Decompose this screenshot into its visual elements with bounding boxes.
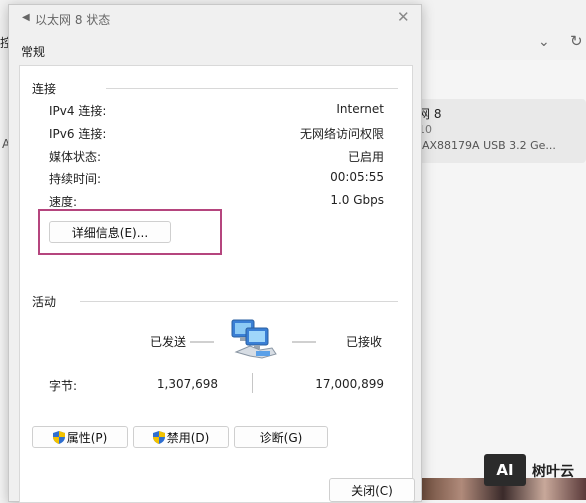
ethernet-status-dialog: ◀ 以太网 8 状态 ✕ 常规 连接 IPv4 连接: Internet IPv…	[8, 4, 422, 503]
duration-value: 00:05:55	[330, 170, 384, 184]
sent-label: 已发送	[150, 335, 187, 349]
speed-label: 速度:	[49, 195, 78, 209]
speed-value: 1.0 Gbps	[330, 193, 384, 207]
bytes-received-value: 17,000,899	[315, 377, 384, 391]
connection-group-divider	[106, 88, 398, 89]
ipv6-value: 无网络访问权限	[299, 127, 384, 141]
adapter-device: AX88179A USB 3.2 Ge...	[422, 139, 556, 152]
close-icon[interactable]: ✕	[397, 8, 410, 26]
diagnose-button[interactable]: 诊断(G)	[234, 426, 328, 448]
duration-label: 持续时间:	[49, 172, 102, 186]
shield-icon	[52, 431, 65, 444]
media-state-value: 已启用	[347, 150, 384, 164]
network-activity-icon	[231, 319, 277, 359]
received-dash	[292, 341, 316, 343]
activity-group-divider	[80, 301, 398, 302]
dialog-title: 以太网 8 状态	[35, 13, 111, 27]
watermark-text: 树叶云	[532, 464, 574, 480]
disable-button[interactable]: 禁用(D)	[133, 426, 229, 448]
dialog-titlebar[interactable]: ◀ 以太网 8 状态 ✕	[9, 5, 421, 31]
network-adapter-card[interactable]: 网 8 10 AX88179A USB 3.2 Ge...	[414, 99, 586, 163]
watermark-logo: AI	[484, 454, 526, 486]
properties-button-label: 属性(P)	[66, 431, 108, 445]
tab-general[interactable]: 常规	[21, 43, 45, 60]
general-panel: 连接 IPv4 连接: Internet IPv6 连接: 无网络访问权限 媒体…	[19, 65, 413, 503]
ipv4-value: Internet	[336, 102, 384, 116]
bytes-sent-value: 1,307,698	[156, 377, 218, 391]
chevron-down-icon[interactable]: ⌄	[538, 34, 550, 50]
properties-button[interactable]: 属性(P)	[32, 426, 128, 448]
ipv4-label: IPv4 连接:	[49, 104, 107, 118]
media-state-label: 媒体状态:	[49, 150, 102, 164]
close-button[interactable]: 关闭(C)	[329, 478, 415, 502]
disable-button-label: 禁用(D)	[166, 431, 210, 445]
received-label: 已接收	[346, 335, 383, 349]
ipv6-label: IPv6 连接:	[49, 127, 107, 141]
network-icon: ◀	[22, 12, 30, 23]
details-button[interactable]: 详细信息(E)...	[49, 221, 171, 243]
watermark: AI 树叶云	[484, 454, 584, 494]
refresh-icon[interactable]: ↻	[570, 32, 583, 50]
connection-group-title: 连接	[32, 82, 57, 96]
activity-group-title: 活动	[32, 295, 57, 309]
shield-icon	[152, 431, 165, 444]
sent-dash	[190, 341, 214, 343]
